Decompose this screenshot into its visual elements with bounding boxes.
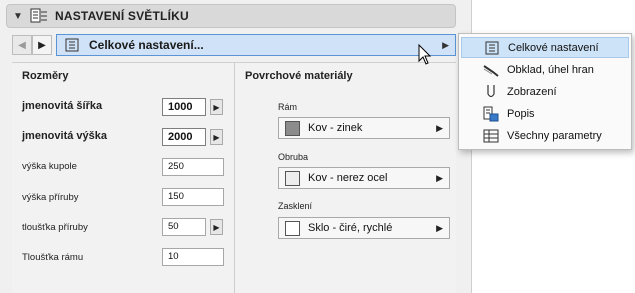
- section-title: NASTAVENÍ SVĚTLÍKU: [55, 9, 189, 23]
- page-menu: Celkové nastavení Obklad, úhel hran Zobr…: [458, 33, 632, 150]
- dome-height-label: výška kupole: [22, 161, 77, 172]
- next-page-button[interactable]: ▶: [32, 35, 52, 55]
- nominal-width-spinner[interactable]: ▶: [210, 99, 223, 115]
- page-selector[interactable]: Celkové nastavení... ▶: [56, 34, 456, 56]
- nominal-height-spinner[interactable]: ▶: [210, 129, 223, 145]
- settings-page-icon: [61, 38, 83, 52]
- menu-item-display[interactable]: Zobrazení: [461, 81, 629, 102]
- materials-title: Povrchové materiály: [245, 70, 353, 82]
- flange-thickness-spinner[interactable]: ▶: [210, 219, 223, 235]
- frame-thickness-label: Tloušťka rámu: [22, 252, 84, 263]
- frame-thickness-field[interactable]: 10: [162, 248, 224, 266]
- settings-page-icon: [482, 41, 502, 55]
- flange-height-label: výška příruby: [22, 192, 79, 203]
- frame-material-value: Kov - zinek: [308, 122, 363, 134]
- all-parameters-icon: [481, 129, 501, 143]
- select-arrow-icon: ▶: [436, 122, 443, 133]
- material-swatch: [285, 220, 300, 236]
- mouse-cursor-icon: [418, 44, 432, 65]
- menu-item-cladding[interactable]: Obklad, úhel hran: [461, 59, 629, 80]
- nominal-width-field[interactable]: 1000: [162, 98, 206, 116]
- menu-item-all-parameters[interactable]: Všechny parametry: [461, 125, 629, 146]
- description-icon: [481, 106, 501, 122]
- section-header[interactable]: ▼ NASTAVENÍ SVĚTLÍKU: [6, 4, 456, 28]
- cladding-icon: [481, 63, 501, 77]
- previous-page-button[interactable]: ◀: [12, 35, 32, 55]
- menu-item-label: Popis: [507, 107, 535, 120]
- page-selector-label: Celkové nastavení...: [89, 38, 204, 52]
- material-swatch: [285, 120, 300, 136]
- menu-item-label: Zobrazení: [507, 85, 557, 98]
- select-arrow-icon: ▶: [436, 222, 443, 233]
- settings-panel: ▼ NASTAVENÍ SVĚTLÍKU ◀ ▶ Celkové nastave…: [0, 0, 472, 293]
- collapse-icon[interactable]: ▼: [7, 11, 29, 22]
- select-arrow-icon: ▶: [436, 172, 443, 183]
- nominal-width-label: jmenovitá šířka: [22, 100, 103, 112]
- menu-item-label: Celkové nastavení: [508, 41, 599, 54]
- trim-material-select[interactable]: Kov - nerez ocel ▶: [278, 167, 450, 189]
- nominal-height-label: jmenovitá výška: [22, 130, 107, 142]
- flange-thickness-label: tloušťka příruby: [22, 222, 88, 233]
- trim-material-label: Obruba: [278, 152, 309, 162]
- display-icon: [481, 84, 501, 100]
- material-swatch: [285, 170, 300, 186]
- glazing-material-label: Zasklení: [278, 201, 313, 211]
- dimensions-title: Rozměry: [22, 70, 69, 82]
- menu-item-general-settings[interactable]: Celkové nastavení: [461, 37, 629, 58]
- skylight-settings-icon: [29, 7, 49, 25]
- glazing-material-select[interactable]: Sklo - čiré, rychlé ▶: [278, 217, 450, 239]
- nominal-height-field[interactable]: 2000: [162, 128, 206, 146]
- flange-thickness-field[interactable]: 50: [162, 218, 206, 236]
- page-navigation: ◀ ▶ Celkové nastavení... ▶: [12, 34, 456, 56]
- frame-material-label: Rám: [278, 102, 298, 112]
- menu-item-label: Všechny parametry: [507, 129, 602, 142]
- frame-material-select[interactable]: Kov - zinek ▶: [278, 117, 450, 139]
- glazing-material-value: Sklo - čiré, rychlé: [308, 222, 393, 234]
- trim-material-value: Kov - nerez ocel: [308, 172, 388, 184]
- menu-item-description[interactable]: Popis: [461, 103, 629, 124]
- flange-height-field[interactable]: 150: [162, 188, 224, 206]
- menu-item-label: Obklad, úhel hran: [507, 63, 594, 76]
- page-selector-arrow-icon: ▶: [442, 39, 449, 50]
- column-divider: [234, 62, 235, 293]
- dome-height-field[interactable]: 250: [162, 158, 224, 176]
